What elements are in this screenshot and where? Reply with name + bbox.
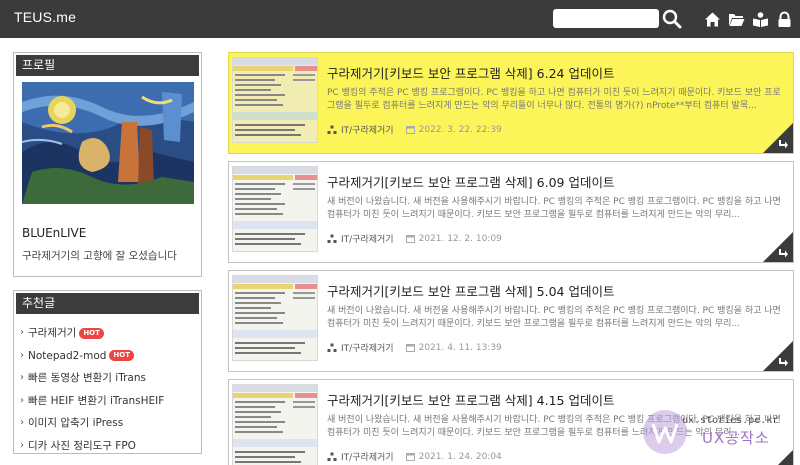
profile-title: 프로필 <box>16 55 199 76</box>
chevron-right-icon: › <box>20 394 24 406</box>
profile-panel: 프로필 BLUEnLIVE 구라제거기의 고향에 잘 오셨습니다 <box>13 52 202 277</box>
lock-icon[interactable] <box>776 11 793 28</box>
post-title[interactable]: 구라제거기[키보드 보안 프로그램 삭제] 6.24 업데이트 <box>327 63 614 82</box>
reply-arrow-icon[interactable] <box>777 356 789 368</box>
watermark-name: UX공작소 <box>702 429 770 447</box>
home-icon[interactable] <box>704 11 721 28</box>
recommended-item-label: 구라제거기 <box>28 327 77 340</box>
recommended-item-label: 디카 사진 정리도구 FPO <box>28 439 136 452</box>
recommended-item-label: 빠른 HEIF 변환기 iTransHEIF <box>28 394 165 407</box>
recommended-item[interactable]: › 빠른 HEIF 변환기 iTransHEIF <box>20 390 201 413</box>
post-date: 2021. 4. 11. 13:39 <box>405 342 502 353</box>
recommended-item[interactable]: › 빠른 동영상 변환기 iTrans <box>20 367 201 390</box>
book-icon[interactable] <box>752 11 769 28</box>
watermark-url: ux.stories.pe.kr <box>682 415 779 426</box>
post-thumbnail[interactable] <box>232 57 318 143</box>
chevron-right-icon: › <box>20 439 24 451</box>
recommended-item[interactable]: › 구라제거기 HOT <box>20 322 201 345</box>
post-category-label: IT/구라제거기 <box>341 453 394 463</box>
reply-arrow-icon[interactable] <box>777 247 789 259</box>
recommended-list: › 구라제거기 HOT › Notepad2-mod HOT › 빠른 동영상 변환기 i… <box>14 316 201 457</box>
recommended-item[interactable]: › 이미지 압축기 iPress <box>20 412 201 435</box>
post-card[interactable]: 구라제거기[키보드 보안 프로그램 삭제] 6.24 업데이트 PC 뱅킹의 주… <box>228 52 794 154</box>
recommended-item-label: 이미지 압축기 iPress <box>28 417 124 430</box>
hot-badge: HOT <box>79 327 104 339</box>
search-icon[interactable] <box>662 9 682 29</box>
post-title[interactable]: 구라제거기[키보드 보안 프로그램 삭제] 5.04 업데이트 <box>327 281 614 300</box>
post-category[interactable]: IT/구라제거기 <box>327 341 394 354</box>
category-icon <box>327 125 337 134</box>
watermark-logo <box>643 410 687 454</box>
nav-icons <box>704 11 793 28</box>
profile-image[interactable] <box>22 82 194 204</box>
chevron-right-icon: › <box>20 349 24 361</box>
recommended-item-label: Notepad2-mod <box>28 349 107 362</box>
post-meta: IT/구라제거기 2022. 3. 22. 22:39 <box>327 123 502 136</box>
post-card[interactable]: 구라제거기[키보드 보안 프로그램 삭제] 6.09 업데이트 새 버전이 나왔… <box>228 161 794 263</box>
calendar-icon <box>405 126 415 134</box>
recommended-panel: 추천글 › 구라제거기 HOT › Notepad2-mod HOT › 빠른 동영상 변… <box>13 290 202 454</box>
calendar-icon <box>405 344 415 352</box>
post-category[interactable]: IT/구라제거기 <box>327 232 394 245</box>
post-title[interactable]: 구라제거기[키보드 보안 프로그램 삭제] 4.15 업데이트 <box>327 390 614 409</box>
post-excerpt: PC 뱅킹의 주적은 PC 뱅킹 프로그램이다. PC 뱅킹을 하고 나면 컴퓨… <box>327 88 781 111</box>
post-category-label: IT/구라제거기 <box>341 126 394 136</box>
post-category[interactable]: IT/구라제거기 <box>327 123 394 136</box>
post-category[interactable]: IT/구라제거기 <box>327 450 394 463</box>
post-date-label: 2021. 1. 24. 20:04 <box>418 451 502 462</box>
category-icon <box>327 343 337 352</box>
sidebar: 프로필 BLUEnLIVE 구라제거기의 고향에 잘 오셨습니다 추천글 › 구… <box>13 52 202 454</box>
chevron-right-icon: › <box>20 417 24 429</box>
profile-description: 구라제거기의 고향에 잘 오셨습니다 <box>22 250 177 262</box>
post-meta: IT/구라제거기 2021. 4. 11. 13:39 <box>327 341 502 354</box>
category-icon <box>327 234 337 243</box>
post-card[interactable]: 구라제거기[키보드 보안 프로그램 삭제] 5.04 업데이트 새 버전이 나왔… <box>228 270 794 372</box>
search-input[interactable] <box>553 9 659 28</box>
post-excerpt: 새 버전이 나왔습니다. 새 버전을 사용해주시기 바랍니다. PC 뱅킹의 주… <box>327 306 781 329</box>
category-icon <box>327 452 337 461</box>
recommended-title: 추천글 <box>16 293 199 314</box>
post-date-label: 2021. 4. 11. 13:39 <box>418 342 502 353</box>
post-meta: IT/구라제거기 2021. 12. 2. 10:09 <box>327 232 502 245</box>
profile-name[interactable]: BLUEnLIVE <box>22 226 201 240</box>
post-meta: IT/구라제거기 2021. 1. 24. 20:04 <box>327 450 502 463</box>
post-category-label: IT/구라제거기 <box>341 344 394 354</box>
post-category-label: IT/구라제거기 <box>341 235 394 245</box>
site-logo[interactable]: TEUS.me <box>14 9 76 25</box>
chevron-right-icon: › <box>20 372 24 384</box>
recommended-item-label: 빠른 동영상 변환기 iTrans <box>28 372 146 385</box>
recommended-item[interactable]: › 디카 사진 정리도구 FPO <box>20 435 201 458</box>
post-date: 2022. 3. 22. 22:39 <box>405 124 502 135</box>
post-thumbnail[interactable] <box>232 275 318 361</box>
chevron-right-icon: › <box>20 327 24 339</box>
post-date-label: 2021. 12. 2. 10:09 <box>418 233 502 244</box>
top-bar: TEUS.me <box>0 0 800 38</box>
post-date-label: 2022. 3. 22. 22:39 <box>418 124 502 135</box>
calendar-icon <box>405 235 415 243</box>
folder-icon[interactable] <box>728 11 745 28</box>
recommended-item[interactable]: › Notepad2-mod HOT <box>20 345 201 368</box>
watermark: ux.stories.pe.kr UX공작소 <box>640 410 800 465</box>
post-date: 2021. 1. 24. 20:04 <box>405 451 502 462</box>
post-thumbnail[interactable] <box>232 384 318 465</box>
post-title[interactable]: 구라제거기[키보드 보안 프로그램 삭제] 6.09 업데이트 <box>327 172 614 191</box>
calendar-icon <box>405 453 415 461</box>
reply-arrow-icon[interactable] <box>777 138 789 150</box>
post-date: 2021. 12. 2. 10:09 <box>405 233 502 244</box>
post-excerpt: 새 버전이 나왔습니다. 새 버전을 사용해주시기 바랍니다. PC 뱅킹의 주… <box>327 197 781 220</box>
post-thumbnail[interactable] <box>232 166 318 252</box>
hot-badge: HOT <box>109 350 135 362</box>
